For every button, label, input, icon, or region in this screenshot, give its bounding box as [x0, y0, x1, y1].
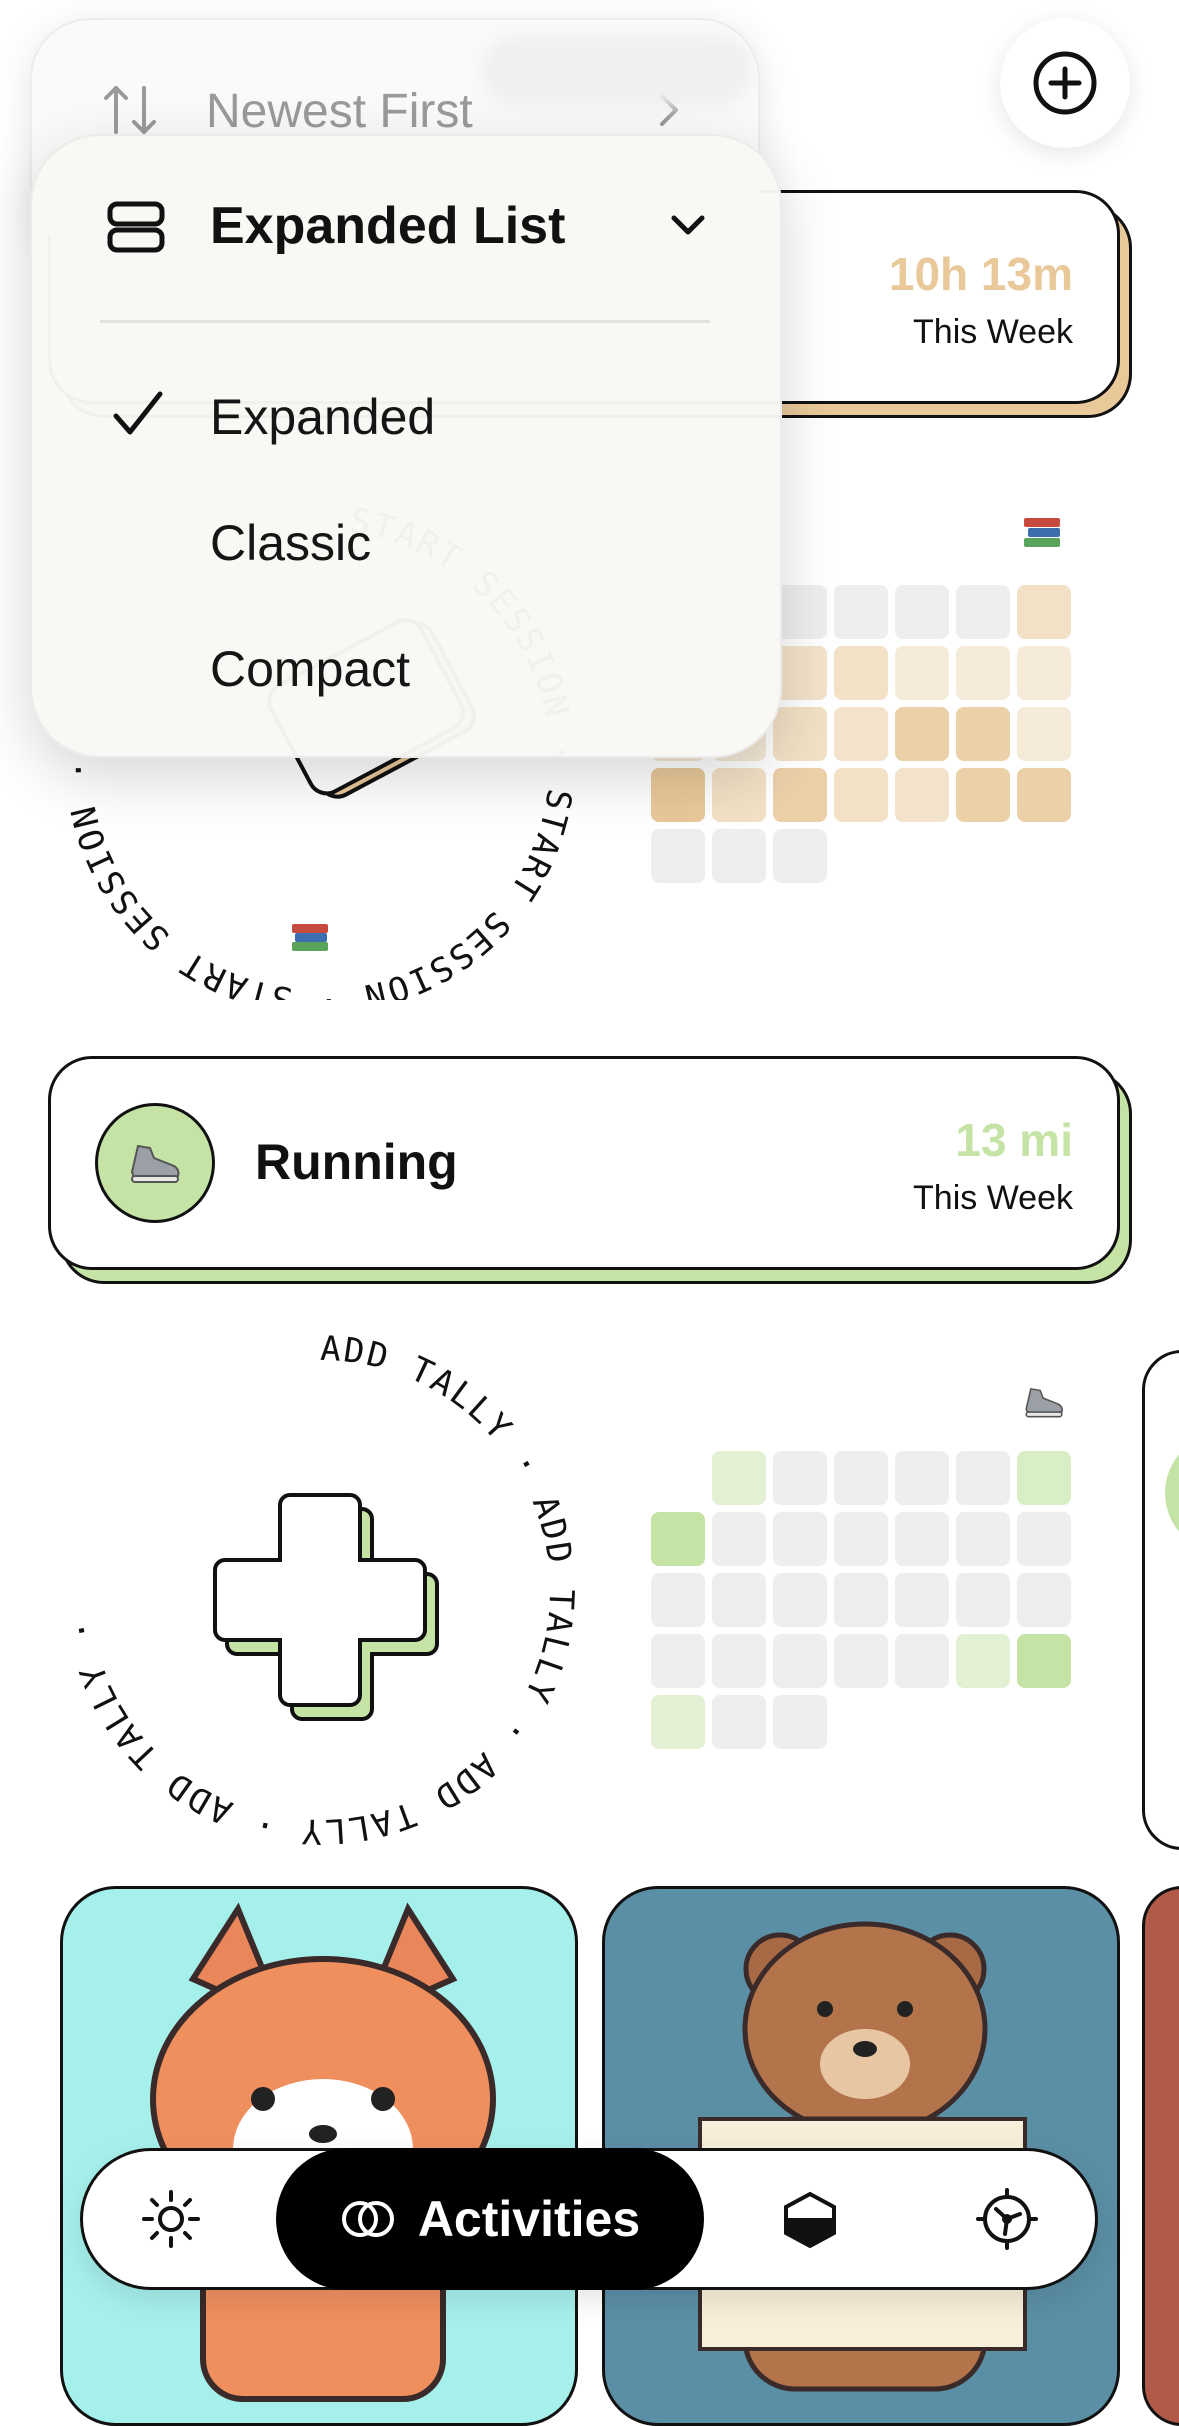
- tab-collection[interactable]: [780, 2190, 840, 2255]
- view-option-classic[interactable]: Classic: [32, 492, 780, 602]
- layout-rows-icon: [106, 200, 166, 259]
- plus-circle-icon: [1033, 51, 1097, 115]
- plus-icon: [213, 1493, 439, 1721]
- next-mascot-card[interactable]: [1142, 1886, 1179, 2426]
- running-heatmap: [651, 1451, 1071, 1749]
- chevron-down-icon[interactable]: [668, 210, 708, 245]
- view-menu-header[interactable]: Expanded List: [210, 196, 565, 256]
- tab-today[interactable]: [140, 2188, 202, 2255]
- reading-stat-label: This Week: [913, 313, 1073, 351]
- view-option-compact-label: Compact: [210, 641, 411, 697]
- shoe-icon: [1020, 1378, 1068, 1431]
- view-option-expanded[interactable]: Expanded: [32, 366, 780, 476]
- hexagon-icon: [784, 2191, 836, 2249]
- running-stat-label: This Week: [913, 1179, 1073, 1217]
- sun-icon: [142, 2190, 200, 2248]
- add-activity-button[interactable]: [1000, 18, 1130, 148]
- tab-activities-label: Activities: [417, 2191, 641, 2247]
- running-stat-value: 13 mi: [955, 1114, 1073, 1166]
- gear-icon: [976, 2188, 1038, 2250]
- shoe-icon: [95, 1103, 215, 1223]
- tab-settings[interactable]: [976, 2188, 1038, 2255]
- running-title: Running: [255, 1134, 458, 1190]
- view-option-classic-label: Classic: [210, 515, 372, 571]
- add-tally-ring[interactable]: ADD TALLY · ADD TALLY · ADD TALLY · ADD …: [60, 1329, 580, 1851]
- view-option-expanded-label: Expanded: [210, 389, 436, 445]
- checkmark-icon: [112, 388, 164, 445]
- books-icon: [1020, 512, 1064, 561]
- tab-activities[interactable]: Activities: [276, 2148, 704, 2290]
- view-option-compact[interactable]: Compact: [32, 618, 780, 728]
- menu-divider: [100, 320, 710, 323]
- reading-stat-value: 10h 13m: [888, 248, 1073, 300]
- next-activity-card[interactable]: [1142, 1350, 1179, 1850]
- add-tally-circle-text: ADD TALLY · ADD TALLY · ADD TALLY · ADD …: [61, 1329, 580, 1851]
- sort-menu-label: Newest First: [206, 85, 473, 138]
- books-icon: [292, 924, 328, 951]
- running-card[interactable]: Running 13 mi This Week: [48, 1056, 1120, 1270]
- toggle-icon: [341, 2201, 394, 2237]
- view-style-menu: Expanded List Expanded Classic Compact: [30, 134, 782, 758]
